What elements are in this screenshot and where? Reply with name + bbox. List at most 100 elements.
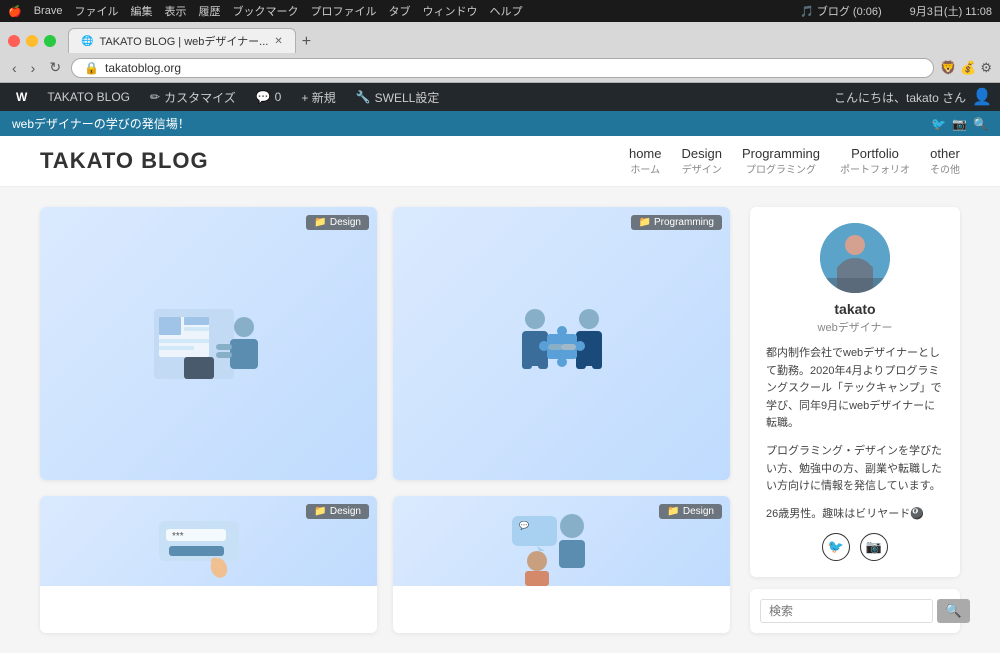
address-bar[interactable]: 🔒 takatoblog.org bbox=[71, 58, 934, 78]
instagram-ann-icon[interactable]: 📷 bbox=[952, 117, 967, 131]
minimize-window-button[interactable] bbox=[26, 35, 38, 47]
help-menu[interactable]: ヘルプ bbox=[489, 3, 522, 19]
reload-button[interactable]: ↻ bbox=[45, 57, 65, 78]
announcement-bar: webデザイナーの学びの発信場！ 🐦 📷 🔍 bbox=[0, 111, 1000, 136]
blog-card-2[interactable]: 📁 Programming bbox=[393, 207, 730, 480]
folder-icon-4: 📁 bbox=[667, 506, 679, 517]
comments-icon: 💬 bbox=[256, 90, 271, 104]
comments-count: 0 bbox=[275, 90, 282, 104]
clock: 9月3日(土) 11:08 bbox=[910, 3, 992, 19]
svg-text:***: *** bbox=[172, 531, 184, 542]
bookmarks-menu[interactable]: ブックマーク bbox=[232, 3, 298, 19]
card-image-3: 📁 Design *** bbox=[40, 496, 377, 586]
wallet-icon[interactable]: 💰 bbox=[960, 60, 976, 76]
author-bio-2: プログラミング・デザインを学びたい方、勉強中の方、副業や転職したい方向けに情報を… bbox=[766, 443, 944, 496]
new-post-label: + 新規 bbox=[301, 89, 335, 106]
nav-home-sub: ホーム bbox=[629, 161, 662, 176]
avatar-icon: 👤 bbox=[972, 87, 992, 107]
badge-design-1: 📁 Design bbox=[306, 215, 369, 230]
music-status: 🎵 ブログ (0:06) bbox=[800, 3, 882, 19]
search-submit-button[interactable]: 🔍 bbox=[937, 599, 970, 623]
nav-design[interactable]: Design デザイン bbox=[682, 146, 722, 176]
apple-menu[interactable]: 🍎 bbox=[8, 5, 22, 18]
author-card: takato webデザイナー 都内制作会社でwebデザイナーとして勤務。202… bbox=[750, 207, 960, 577]
active-tab[interactable]: 🌐 TAKATO BLOG | webデザイナー... ✕ bbox=[68, 28, 296, 53]
twitter-ann-icon[interactable]: 🐦 bbox=[931, 117, 946, 131]
folder-icon-3: 📁 bbox=[314, 506, 326, 517]
search-widget: 🔍 bbox=[750, 589, 960, 633]
nav-home-label: home bbox=[629, 146, 662, 161]
customize-label: カスタマイズ bbox=[164, 89, 236, 106]
edit-menu[interactable]: 編集 bbox=[130, 3, 152, 19]
window-menu[interactable]: ウィンドウ bbox=[422, 3, 477, 19]
app-name: Brave bbox=[34, 5, 63, 17]
site-header: TAKATO BLOG home ホーム Design デザイン Program… bbox=[0, 136, 1000, 187]
history-menu[interactable]: 履歴 bbox=[198, 3, 220, 19]
blog-card-4[interactable]: 📁 Design 💬 bbox=[393, 496, 730, 633]
view-menu[interactable]: 表示 bbox=[164, 3, 186, 19]
comments-item[interactable]: 💬 0 bbox=[248, 83, 290, 111]
wp-icon: W bbox=[16, 90, 27, 104]
close-window-button[interactable] bbox=[8, 35, 20, 47]
folder-icon-1: 📁 bbox=[314, 217, 326, 228]
search-input[interactable] bbox=[760, 599, 933, 623]
url-text: takatoblog.org bbox=[105, 61, 181, 75]
nav-other[interactable]: other その他 bbox=[930, 146, 960, 176]
wp-greeting: こんにちは、takato さん 👤 bbox=[834, 87, 992, 107]
tab-menu[interactable]: タブ bbox=[388, 3, 410, 19]
wp-logo-item[interactable]: W bbox=[8, 83, 35, 111]
social-announcement-icons: 🐦 📷 🔍 bbox=[931, 117, 988, 131]
illus-chat-svg: 💬 bbox=[497, 496, 627, 586]
tab-close-button[interactable]: ✕ bbox=[274, 36, 282, 47]
mac-status: 🎵 ブログ (0:06) 9月3日(土) 11:08 bbox=[800, 3, 992, 19]
nav-port-sub: ポートフォリオ bbox=[840, 161, 910, 176]
wp-admin-bar: W TAKATO BLOG ✏ カスタマイズ 💬 0 + 新規 🔧 SWELL設… bbox=[0, 83, 1000, 111]
folder-icon-2: 📁 bbox=[639, 217, 651, 228]
illus-password-svg: *** bbox=[144, 496, 274, 586]
nav-portfolio[interactable]: Portfolio ポートフォリオ bbox=[840, 146, 910, 176]
customize-item[interactable]: ✏ カスタマイズ bbox=[142, 83, 244, 111]
main-content: 📁 Design bbox=[0, 187, 1000, 653]
mac-os-bar: 🍎 Brave ファイル 編集 表示 履歴 ブックマーク プロファイル タブ ウ… bbox=[0, 0, 1000, 22]
twitter-social-button[interactable]: 🐦 bbox=[822, 533, 850, 561]
back-button[interactable]: ‹ bbox=[8, 58, 21, 78]
nav-home[interactable]: home ホーム bbox=[629, 146, 662, 176]
window-controls[interactable] bbox=[8, 35, 56, 47]
author-bio-1: 都内制作会社でwebデザイナーとして勤務。2020年4月よりプログラミングスクー… bbox=[766, 345, 944, 433]
main-nav: home ホーム Design デザイン Programming プログラミング… bbox=[629, 146, 960, 176]
mac-menu: 🍎 Brave ファイル 編集 表示 履歴 ブックマーク プロファイル タブ ウ… bbox=[8, 3, 522, 19]
new-post-item[interactable]: + 新規 bbox=[293, 83, 343, 111]
author-avatar bbox=[820, 223, 890, 293]
nav-design-sub: デザイン bbox=[682, 161, 722, 176]
search-ann-icon[interactable]: 🔍 bbox=[973, 117, 988, 131]
new-tab-button[interactable]: + bbox=[296, 31, 317, 53]
nav-programming[interactable]: Programming プログラミング bbox=[742, 146, 820, 176]
nav-port-label: Portfolio bbox=[840, 146, 910, 161]
site-logo[interactable]: TAKATO BLOG bbox=[40, 148, 209, 174]
author-bio-3: 26歳男性。趣味はビリヤード🎱 bbox=[766, 506, 944, 524]
maximize-window-button[interactable] bbox=[44, 35, 56, 47]
author-role: webデザイナー bbox=[766, 319, 944, 335]
profiles-menu[interactable]: プロファイル bbox=[310, 3, 376, 19]
swell-label: SWELL設定 bbox=[375, 89, 440, 106]
greeting-text: こんにちは、takato さん bbox=[834, 89, 966, 106]
blog-card-3[interactable]: 📁 Design *** bbox=[40, 496, 377, 633]
site-name-item[interactable]: TAKATO BLOG bbox=[39, 83, 138, 111]
file-menu[interactable]: ファイル bbox=[74, 3, 118, 19]
sidebar: takato webデザイナー 都内制作会社でwebデザイナーとして勤務。202… bbox=[750, 207, 960, 633]
brave-shield-icon[interactable]: 🦁 bbox=[940, 60, 956, 76]
tab-favicon: 🌐 bbox=[81, 36, 93, 47]
browser-extras: 🦁 💰 ⚙ bbox=[940, 60, 992, 76]
lock-icon: 🔒 bbox=[84, 61, 99, 75]
blog-card-1[interactable]: 📁 Design bbox=[40, 207, 377, 480]
blog-grid: 📁 Design bbox=[40, 207, 730, 633]
extensions-icon[interactable]: ⚙ bbox=[980, 60, 992, 76]
illus-xd-svg bbox=[144, 289, 274, 399]
instagram-social-button[interactable]: 📷 bbox=[860, 533, 888, 561]
avatar-svg bbox=[820, 223, 890, 293]
card-image-2: 📁 Programming bbox=[393, 207, 730, 480]
swell-item[interactable]: 🔧 SWELL設定 bbox=[348, 83, 448, 111]
announcement-text: webデザイナーの学びの発信場！ bbox=[12, 115, 190, 132]
forward-button[interactable]: › bbox=[27, 58, 40, 78]
tab-bar: 🌐 TAKATO BLOG | webデザイナー... ✕ + bbox=[68, 28, 317, 53]
